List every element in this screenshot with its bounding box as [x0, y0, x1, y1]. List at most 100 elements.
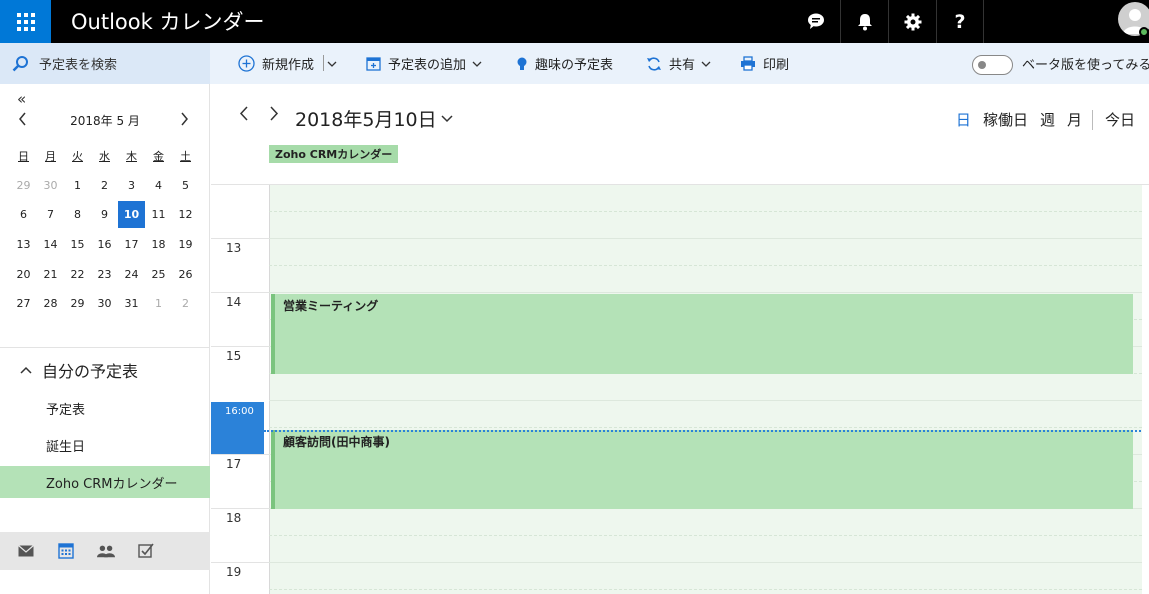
mini-day[interactable]: 30 [91, 290, 118, 317]
mini-day[interactable]: 27 [10, 290, 37, 317]
weekday-label: 火 [72, 149, 83, 163]
calendar-item-label: 予定表 [46, 402, 86, 418]
hour-label: 13 [226, 241, 242, 255]
mini-week-row: 6 7 8 9 10 11 12 [10, 200, 199, 230]
share-button[interactable]: 共有 [646, 43, 718, 84]
mini-day[interactable]: 15 [64, 231, 91, 258]
event-title: 営業ミーティング [283, 299, 379, 313]
scrollbar[interactable] [1142, 185, 1149, 594]
weekday-label: 月 [45, 149, 56, 163]
mini-day[interactable]: 13 [10, 231, 37, 258]
mini-calendar-grid: 日 月 火 水 木 金 土 29 30 1 2 3 4 5 6 7 8 9 10… [10, 141, 199, 319]
my-calendars-header[interactable]: 自分の予定表 [20, 358, 138, 382]
mini-day[interactable]: 1 [145, 290, 172, 317]
mini-day[interactable]: 7 [37, 201, 64, 228]
today-button[interactable]: 今日 [1105, 109, 1135, 130]
mini-day[interactable]: 17 [118, 231, 145, 258]
mini-day[interactable]: 24 [118, 261, 145, 288]
event-customer-visit[interactable]: 顧客訪問(田中商事) [271, 430, 1133, 509]
search-label: 予定表を検索 [39, 58, 118, 73]
hour-line [269, 238, 1142, 239]
chevron-up-icon [20, 363, 32, 378]
mini-day-selected[interactable]: 10 [118, 201, 145, 229]
mini-next-month-button[interactable] [180, 111, 189, 130]
chevron-right-icon [270, 106, 279, 121]
time-grid: 13 14 15 17 18 19 16:00 営業ミーティング 顧客訪問(田中… [211, 185, 1149, 594]
mini-day[interactable]: 16 [91, 231, 118, 258]
calendar-item-label: Zoho CRMカレンダー [46, 476, 178, 492]
new-dropdown-button[interactable] [327, 43, 344, 84]
add-calendar-button[interactable]: 予定表の追加 [366, 43, 489, 84]
view-day-button[interactable]: 日 [956, 109, 971, 130]
hour-label: 18 [226, 511, 242, 525]
calendar-icon [58, 543, 74, 559]
mini-day[interactable]: 23 [91, 261, 118, 288]
divider [0, 347, 210, 348]
calendar-item-calendar[interactable]: 予定表 [0, 392, 210, 424]
gutter-line [211, 346, 269, 347]
mini-day[interactable]: 11 [145, 201, 172, 228]
gutter-line [211, 562, 269, 563]
mini-day[interactable]: 29 [10, 172, 37, 199]
mini-day[interactable]: 25 [145, 261, 172, 288]
search-icon [12, 56, 28, 72]
mini-day[interactable]: 2 [172, 290, 199, 317]
mini-day[interactable]: 31 [118, 290, 145, 317]
mini-day[interactable]: 14 [37, 231, 64, 258]
gear-icon [904, 13, 921, 30]
share-label: 共有 [669, 58, 696, 73]
mini-day[interactable]: 30 [37, 172, 64, 199]
tasks-icon [138, 543, 154, 558]
mini-day[interactable]: 29 [64, 290, 91, 317]
weekday-label: 金 [153, 149, 164, 163]
collapse-sidebar-button[interactable]: « [17, 90, 26, 108]
search-calendar-box[interactable]: 予定表を検索 [0, 43, 210, 84]
mini-day[interactable]: 6 [10, 201, 37, 228]
mini-day[interactable]: 21 [37, 261, 64, 288]
mini-day[interactable]: 19 [172, 231, 199, 258]
event-sales-meeting[interactable]: 営業ミーティング [271, 294, 1133, 374]
mini-day[interactable]: 3 [118, 172, 145, 199]
mini-day[interactable]: 9 [91, 201, 118, 228]
prev-day-button[interactable] [239, 106, 249, 125]
print-button[interactable]: 印刷 [740, 43, 789, 84]
date-picker-button[interactable] [441, 108, 453, 127]
view-month-button[interactable]: 月 [1067, 109, 1082, 130]
half-hour-line [269, 535, 1142, 536]
notifications-button[interactable] [840, 0, 888, 43]
calendar-button[interactable] [57, 543, 75, 559]
settings-button[interactable] [888, 0, 936, 43]
mini-day[interactable]: 5 [172, 172, 199, 199]
mini-day[interactable]: 18 [145, 231, 172, 258]
view-workweek-button[interactable]: 稼働日 [983, 109, 1028, 130]
people-button[interactable] [97, 544, 115, 558]
current-date-title[interactable]: 2018年5月10日 [295, 105, 437, 132]
new-label: 新規作成 [262, 58, 315, 73]
printer-icon [741, 56, 755, 71]
view-week-button[interactable]: 週 [1040, 109, 1055, 130]
interesting-calendars-button[interactable]: 趣味の予定表 [516, 43, 613, 84]
mini-day[interactable]: 28 [37, 290, 64, 317]
calendar-item-birthdays[interactable]: 誕生日 [0, 429, 210, 461]
day-column[interactable] [269, 185, 1142, 594]
new-button[interactable]: 新規作成 [238, 43, 314, 84]
chat-button[interactable] [792, 0, 840, 43]
half-hour-line [269, 211, 1142, 212]
mini-day[interactable]: 8 [64, 201, 91, 228]
mini-day[interactable]: 26 [172, 261, 199, 288]
tasks-button[interactable] [137, 543, 155, 559]
mini-day[interactable]: 1 [64, 172, 91, 199]
mini-day[interactable]: 4 [145, 172, 172, 199]
mini-day[interactable]: 12 [172, 201, 199, 228]
mini-day[interactable]: 20 [10, 261, 37, 288]
hour-label: 19 [226, 565, 242, 579]
mini-day[interactable]: 2 [91, 172, 118, 199]
help-button[interactable]: ? [936, 0, 984, 43]
mini-day[interactable]: 22 [64, 261, 91, 288]
app-launcher-button[interactable] [0, 0, 51, 43]
weekday-label: 木 [126, 149, 137, 163]
beta-toggle[interactable] [972, 55, 1013, 75]
calendar-item-zoho-crm[interactable]: Zoho CRMカレンダー [0, 466, 210, 498]
mail-button[interactable] [17, 545, 35, 557]
next-day-button[interactable] [269, 106, 279, 125]
